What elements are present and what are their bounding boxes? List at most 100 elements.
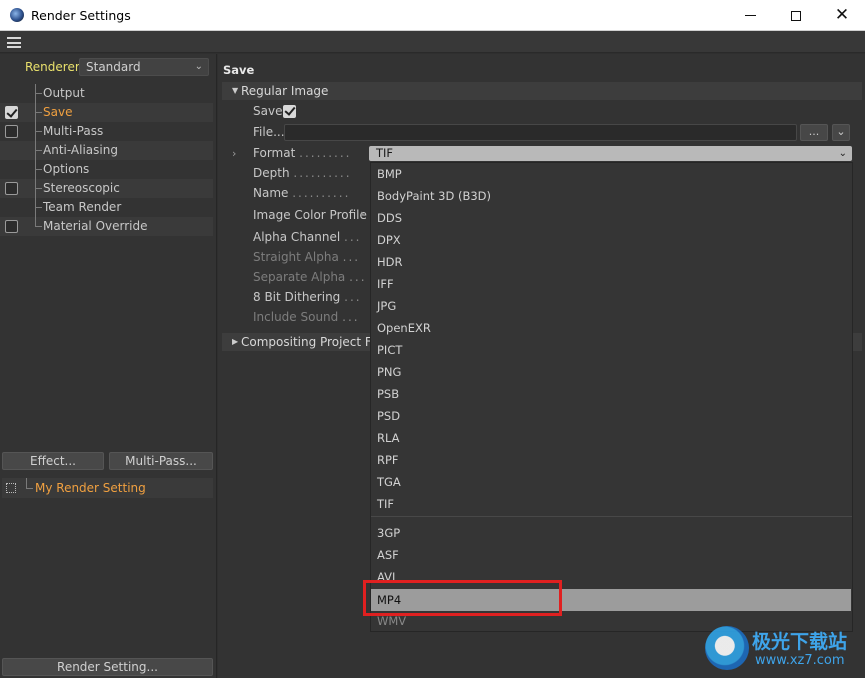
- format-option-b3d[interactable]: BodyPaint 3D (B3D): [377, 186, 491, 206]
- format-option-rpf[interactable]: RPF: [377, 450, 399, 470]
- format-option-psb[interactable]: PSB: [377, 384, 399, 404]
- maximize-button[interactable]: [773, 0, 819, 31]
- minimize-icon: [744, 15, 756, 16]
- material-override-enable-checkbox[interactable]: [5, 220, 18, 233]
- multi-pass-button[interactable]: Multi-Pass...: [109, 452, 213, 470]
- format-option-hdr[interactable]: HDR: [377, 252, 403, 272]
- tree-item-team-render[interactable]: Team Render: [0, 198, 213, 217]
- tree-connector: [35, 122, 42, 132]
- watermark-text: 极光下载站: [752, 631, 848, 653]
- group-regular-image[interactable]: ▼ Regular Image: [222, 82, 862, 100]
- group-title: Regular Image: [241, 84, 329, 98]
- renderer-label: Renderer: [25, 60, 80, 74]
- stereoscopic-enable-checkbox[interactable]: [5, 182, 18, 195]
- format-option-rla[interactable]: RLA: [377, 428, 400, 448]
- format-option-iff[interactable]: IFF: [377, 274, 394, 294]
- tree-item-label: Material Override: [43, 219, 148, 233]
- dithering-label-text: 8 Bit Dithering: [253, 290, 341, 304]
- tree-item-options[interactable]: Options: [0, 160, 213, 179]
- group-title: Compositing Project File: [241, 335, 385, 349]
- tree-item-output[interactable]: Output: [0, 84, 213, 103]
- format-option-tif[interactable]: TIF: [377, 494, 394, 514]
- renderer-select[interactable]: Standard ⌄: [79, 58, 209, 76]
- format-option-tga[interactable]: TGA: [377, 472, 401, 492]
- depth-label: Depth ..........: [253, 166, 352, 180]
- tree-connector: [26, 478, 33, 489]
- window-title: Render Settings: [31, 8, 131, 23]
- left-panel: Renderer Standard ⌄ Output Save Multi-Pa…: [0, 54, 217, 678]
- tree-item-label: Save: [43, 105, 73, 119]
- dropdown-separator: [371, 516, 852, 517]
- format-select-value: TIF: [376, 146, 394, 160]
- save-enable-checkbox[interactable]: [5, 106, 18, 119]
- tree-item-multi-pass[interactable]: Multi-Pass: [0, 122, 213, 141]
- chevron-down-icon: ⌄: [194, 61, 203, 72]
- depth-label-text: Depth: [253, 166, 290, 180]
- browse-button[interactable]: ...: [800, 124, 828, 141]
- section-title: Save: [223, 63, 255, 77]
- save-label: Save: [253, 104, 283, 118]
- chevron-down-icon: ⌄: [836, 125, 846, 138]
- tree-item-label: Anti-Aliasing: [43, 143, 118, 157]
- render-setting-item[interactable]: My Render Setting: [2, 478, 213, 498]
- tree-item-stereoscopic[interactable]: Stereoscopic: [0, 179, 213, 198]
- tree-connector: [35, 141, 42, 151]
- name-label: Name ..........: [253, 186, 351, 200]
- settings-tree: Output Save Multi-Pass Anti-Aliasing Opt…: [0, 84, 213, 236]
- tree-connector: [35, 160, 42, 170]
- straight-alpha-label-text: Straight Alpha: [253, 250, 339, 264]
- save-checkbox[interactable]: [283, 105, 296, 118]
- image-color-profile-label: Image Color Profile: [253, 208, 367, 222]
- format-option-dpx[interactable]: DPX: [377, 230, 401, 250]
- multi-pass-enable-checkbox[interactable]: [5, 125, 18, 138]
- format-option-openexr[interactable]: OpenEXR: [377, 318, 431, 338]
- format-option-jpg[interactable]: JPG: [377, 296, 396, 316]
- tree-connector: [35, 179, 42, 189]
- tree-item-anti-aliasing[interactable]: Anti-Aliasing: [0, 141, 213, 160]
- watermark-url: www.xz7.com: [755, 653, 845, 668]
- format-option-bmp[interactable]: BMP: [377, 164, 402, 184]
- tree-connector: [35, 198, 42, 208]
- format-select[interactable]: TIF ⌄: [369, 146, 852, 161]
- alpha-channel-label: Alpha Channel ...: [253, 230, 362, 244]
- format-label-text: Format: [253, 146, 296, 160]
- format-dropdown-menu: BMP BodyPaint 3D (B3D) DDS DPX HDR IFF J…: [370, 162, 853, 632]
- file-path-input[interactable]: [284, 124, 797, 141]
- close-button[interactable]: ✕: [819, 0, 865, 31]
- include-sound-label-text: Include Sound: [253, 310, 339, 324]
- chevron-right-icon[interactable]: ›: [232, 147, 236, 160]
- minimize-button[interactable]: [727, 0, 773, 31]
- hamburger-menu-icon[interactable]: [7, 37, 21, 48]
- highlight-annotation-box: [363, 580, 562, 616]
- separate-alpha-label-text: Separate Alpha: [253, 270, 346, 284]
- close-icon: ✕: [834, 5, 850, 25]
- render-setting-button[interactable]: Render Setting...: [2, 658, 213, 676]
- tree-item-material-override[interactable]: Material Override: [0, 217, 213, 236]
- tree-connector: [35, 217, 42, 227]
- chevron-right-icon[interactable]: ›: [360, 207, 364, 220]
- tree-item-label: Stereoscopic: [43, 181, 120, 195]
- tree-item-label: Multi-Pass: [43, 124, 104, 138]
- tree-item-label: Team Render: [43, 200, 122, 214]
- render-setting-icon: [6, 483, 16, 493]
- tree-item-save[interactable]: Save: [0, 103, 213, 122]
- tree-item-label: Output: [43, 86, 85, 100]
- file-options-button[interactable]: ⌄: [832, 124, 850, 141]
- watermark: 极光下载站 www.xz7.com: [705, 624, 860, 672]
- cinema4d-app-icon: [10, 8, 24, 22]
- format-option-png[interactable]: PNG: [377, 362, 401, 382]
- maximize-icon: [791, 10, 801, 21]
- format-option-asf[interactable]: ASF: [377, 545, 399, 565]
- format-option-dds[interactable]: DDS: [377, 208, 402, 228]
- menu-bar: [0, 31, 865, 53]
- format-option-3gp[interactable]: 3GP: [377, 523, 400, 543]
- render-setting-name: My Render Setting: [35, 481, 146, 495]
- format-option-pict[interactable]: PICT: [377, 340, 402, 360]
- effect-button[interactable]: Effect...: [2, 452, 104, 470]
- tree-item-label: Options: [43, 162, 90, 176]
- format-label: Format .........: [253, 146, 352, 160]
- renderer-select-value: Standard: [86, 60, 141, 74]
- chevron-down-icon: ⌄: [838, 148, 847, 159]
- expand-right-icon: ▶: [232, 337, 239, 346]
- format-option-psd[interactable]: PSD: [377, 406, 400, 426]
